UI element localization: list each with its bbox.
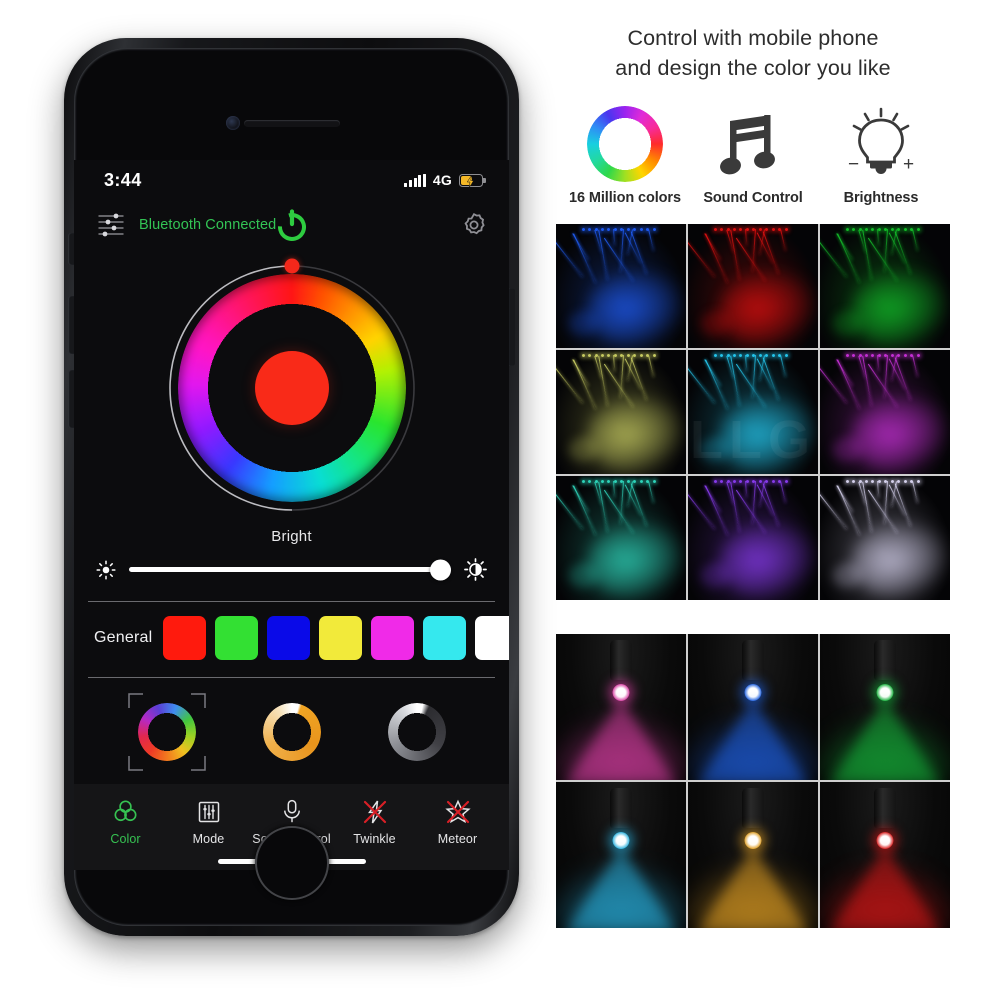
photo-cell [556,634,686,781]
tab-label-color: Color [110,831,141,846]
equalizer-sliders-icon[interactable] [98,213,124,237]
color-swatch-cyan[interactable] [423,616,467,660]
feature-label-sound: Sound Control [703,190,803,207]
signal-strength-icon [404,173,426,187]
general-label: General [94,629,153,646]
microphone-icon [281,799,303,825]
phone-power-side-button [508,288,515,366]
feature-list: 16 Million colors Sound Control − + Brig… [556,105,950,206]
headline-line-1: Control with mobile phone [627,26,879,50]
phone-mockup: 3:44 4G Bluetooth Connected Bright Gener… [52,28,532,948]
color-swatch-yellow[interactable] [319,616,363,660]
preset-cool-white-ring[interactable] [381,696,453,768]
warm-ring-graphic [262,703,321,761]
color-wheel-icon [587,105,663,183]
status-time: 3:44 [104,169,142,190]
preset-ring-list [74,678,509,771]
preset-rainbow-ring[interactable] [127,693,206,771]
battery-charging-icon [459,173,486,188]
lightning-bolt-icon [362,799,388,825]
photo-cell [820,350,950,475]
color-swatch-red[interactable] [163,616,207,660]
tab-label-meteor: Meteor [437,831,478,846]
promo-column: Control with mobile phone and design the… [556,24,950,929]
tab-color[interactable]: Color [86,799,166,846]
brightness-slider-knob[interactable] [430,559,451,580]
fiber-photo-grid [556,224,950,601]
photo-cell [688,634,818,781]
power-button-icon[interactable] [275,208,309,242]
tab-meteor[interactable]: Meteor [418,799,498,846]
sun-small-icon [96,559,116,580]
selected-color-preview[interactable] [254,351,329,425]
color-wheel-section [74,250,509,528]
status-bar: 3:44 4G [74,160,509,200]
color-swatch-green[interactable] [215,616,259,660]
brightness-slider-track[interactable] [129,559,451,580]
color-swatch-blue[interactable] [267,616,311,660]
phone-screen-area: 3:44 4G Bluetooth Connected Bright Gener… [74,48,509,926]
preset-warm-white-ring[interactable] [256,696,328,768]
product-page: 3:44 4G Bluetooth Connected Bright Gener… [0,0,1000,1000]
headline-line-2: and design the color you like [615,55,891,80]
cool-ring-graphic [387,703,446,761]
light-bulb-icon: − + [841,105,921,183]
spotlight-photo-grid: LLG [556,410,950,929]
photo-cell [688,476,818,601]
photo-cell [820,782,950,929]
charging-bolt-icon [466,174,475,188]
photo-cell [556,350,686,475]
feature-label-brightness: Brightness [843,190,919,207]
photo-cell [820,476,950,601]
hue-handle[interactable] [284,258,299,274]
general-colors-section: General [74,602,509,660]
photo-cell [688,782,818,929]
photo-cell [556,782,686,929]
feature-brightness: − + Brightness [818,105,944,206]
app-header: Bluetooth Connected [74,200,509,250]
photo-cell [556,224,686,349]
color-swatch-white[interactable] [475,616,509,660]
gear-icon[interactable] [461,212,487,238]
sliders-box-icon [197,799,221,825]
tab-label-twinkle: Twinkle [353,831,396,846]
phone-front-camera [226,116,240,130]
feature-sound-control: Sound Control [690,105,816,206]
brightness-label: Bright [271,528,312,545]
color-swatch-list [163,616,509,660]
color-wheel[interactable] [166,258,418,514]
brightness-section: Bright [74,528,509,581]
brightness-plus-label: + [903,154,914,175]
tab-twinkle[interactable]: Twinkle [335,799,415,846]
brightness-minus-label: − [848,154,859,175]
promo-headline: Control with mobile phone and design the… [556,24,950,83]
sun-large-icon [464,558,487,581]
star-icon [444,799,471,825]
music-note-icon [720,105,786,183]
phone-earpiece [243,120,340,127]
color-swatch-magenta[interactable] [371,616,415,660]
rainbow-ring-graphic [137,703,196,761]
photo-cell [688,224,818,349]
bluetooth-status-label: Bluetooth Connected [139,217,277,233]
tab-mode[interactable]: Mode [169,799,249,846]
feature-label-colors: 16 Million colors [569,190,681,207]
photo-cell [820,634,950,781]
status-indicators: 4G [404,172,486,188]
phone-home-button[interactable] [254,826,329,900]
brightness-slider-row [96,558,487,581]
feature-16-million-colors: 16 Million colors [562,105,688,206]
network-type-label: 4G [432,172,452,188]
photo-cell [820,224,950,349]
color-circles-icon [113,799,138,825]
app-screen: 3:44 4G Bluetooth Connected Bright Gener… [74,160,509,870]
photo-cell [556,476,686,601]
phone-body: 3:44 4G Bluetooth Connected Bright Gener… [64,38,519,936]
tab-label-mode: Mode [192,831,225,846]
photo-cell [688,350,818,475]
